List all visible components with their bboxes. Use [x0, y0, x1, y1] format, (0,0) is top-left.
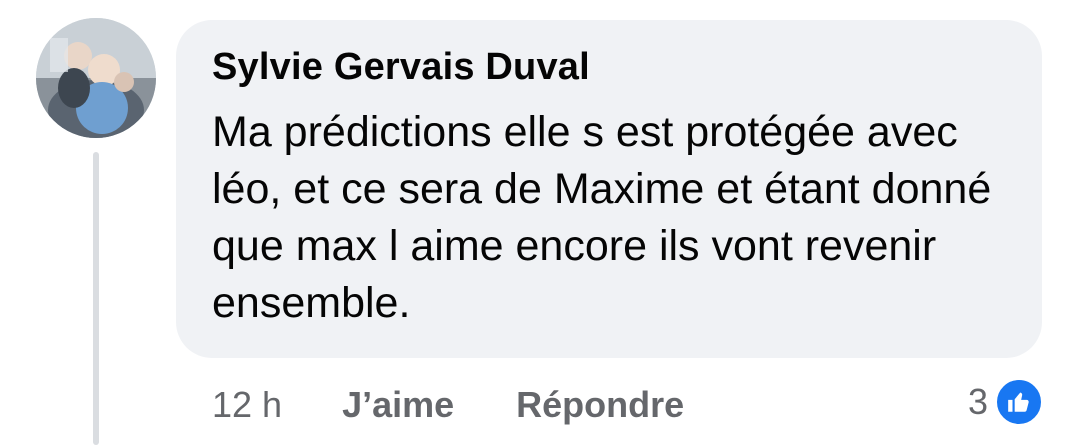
- reaction-count: 3: [967, 381, 988, 422]
- comment-bubble: Sylvie Gervais Duval Ma prédictions elle…: [176, 20, 1042, 358]
- reply-button[interactable]: Répondre: [516, 384, 684, 426]
- comment-actions: 12 h J’aime Répondre: [212, 380, 684, 430]
- reaction-summary[interactable]: 3: [968, 376, 1044, 428]
- comment-timestamp[interactable]: 12 h: [212, 384, 282, 426]
- like-thumbs-up-icon: [994, 377, 1044, 427]
- like-button[interactable]: J’aime: [342, 384, 454, 426]
- comment: Sylvie Gervais Duval Ma prédictions elle…: [0, 0, 1080, 445]
- avatar-photo: [36, 18, 156, 138]
- avatar[interactable]: [36, 18, 156, 138]
- thread-line: [93, 152, 99, 445]
- comment-text: Ma prédictions elle s est protégée avec …: [212, 108, 992, 327]
- comment-author[interactable]: Sylvie Gervais Duval: [212, 46, 590, 89]
